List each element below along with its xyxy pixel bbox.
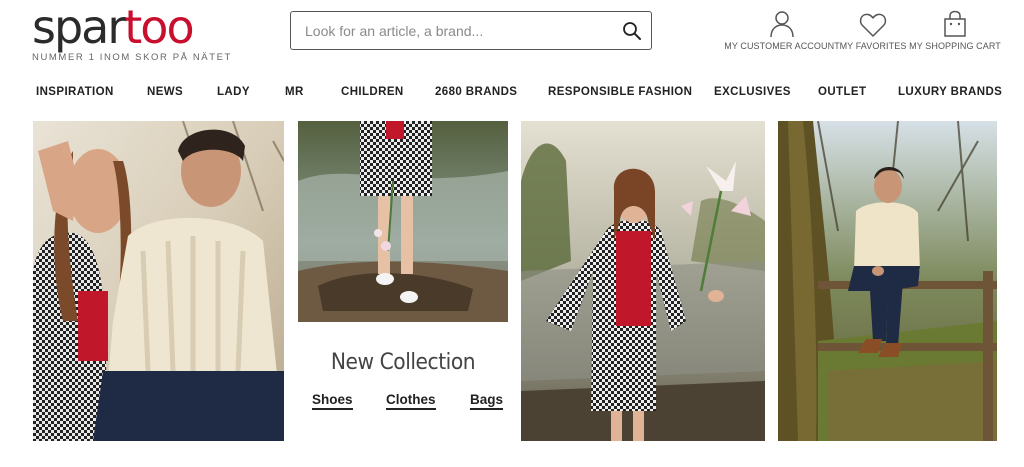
logo-wordmark: spartoo (32, 2, 227, 52)
nav-item-mr[interactable]: MR (285, 80, 304, 104)
shopping-cart-label: MY SHOPPING CART (909, 41, 1001, 51)
nav-item-news[interactable]: NEWS (147, 80, 183, 104)
favorites-link[interactable]: MY FAVORITES (839, 10, 907, 54)
search-button[interactable] (619, 18, 645, 44)
nav-item-responsible-fashion[interactable]: RESPONSIBLE FASHION (548, 80, 692, 104)
nav-item-inspiration[interactable]: INSPIRATION (36, 80, 114, 104)
nav-item-luxury-brands[interactable]: LUXURY BRANDS (898, 80, 1002, 104)
spartoo-logo[interactable]: spartoo NUMMER 1 INOM SKOR PÅ NÄTET (32, 2, 232, 66)
person-icon (769, 10, 795, 38)
collection-link-shoes[interactable]: Shoes (312, 392, 353, 410)
banner-photo-skirt[interactable] (298, 121, 508, 322)
search-box (290, 11, 652, 50)
logo-part-too: too (124, 0, 194, 54)
customer-account-link[interactable]: MY CUSTOMER ACCOUNT (724, 10, 840, 54)
shopping-cart-link[interactable]: MY SHOPPING CART (909, 10, 1001, 54)
collection-link-bags[interactable]: Bags (470, 392, 504, 410)
nav-item-exclusives[interactable]: EXCLUSIVES (714, 80, 791, 104)
nav-item-children[interactable]: CHILDREN (341, 80, 404, 104)
heart-icon (859, 10, 887, 38)
banner-photo-woman-lilies[interactable] (521, 121, 765, 441)
logo-tagline: NUMMER 1 INOM SKOR PÅ NÄTET (32, 52, 232, 63)
favorites-label: MY FAVORITES (839, 41, 907, 51)
customer-account-label: MY CUSTOMER ACCOUNT (724, 41, 840, 51)
logo-part-spar: spar (32, 0, 126, 54)
shopping-bag-icon (943, 10, 967, 38)
banner-photo-man-fence[interactable] (778, 121, 997, 441)
new-collection-block: New Collection Shoes Clothes Bags (298, 322, 508, 442)
collection-title: New Collection (330, 350, 476, 375)
nav-item-outlet[interactable]: OUTLET (818, 80, 866, 104)
search-input[interactable] (305, 12, 605, 49)
nav-item-brands[interactable]: 2680 BRANDS (435, 80, 517, 104)
nav-item-lady[interactable]: LADY (217, 80, 250, 104)
collection-link-clothes[interactable]: Clothes (386, 392, 436, 410)
banner-photo-couple[interactable] (33, 121, 284, 441)
search-icon (623, 22, 641, 40)
main-navigation: INSPIRATION NEWS LADY MR CHILDREN 2680 B… (0, 80, 1024, 104)
